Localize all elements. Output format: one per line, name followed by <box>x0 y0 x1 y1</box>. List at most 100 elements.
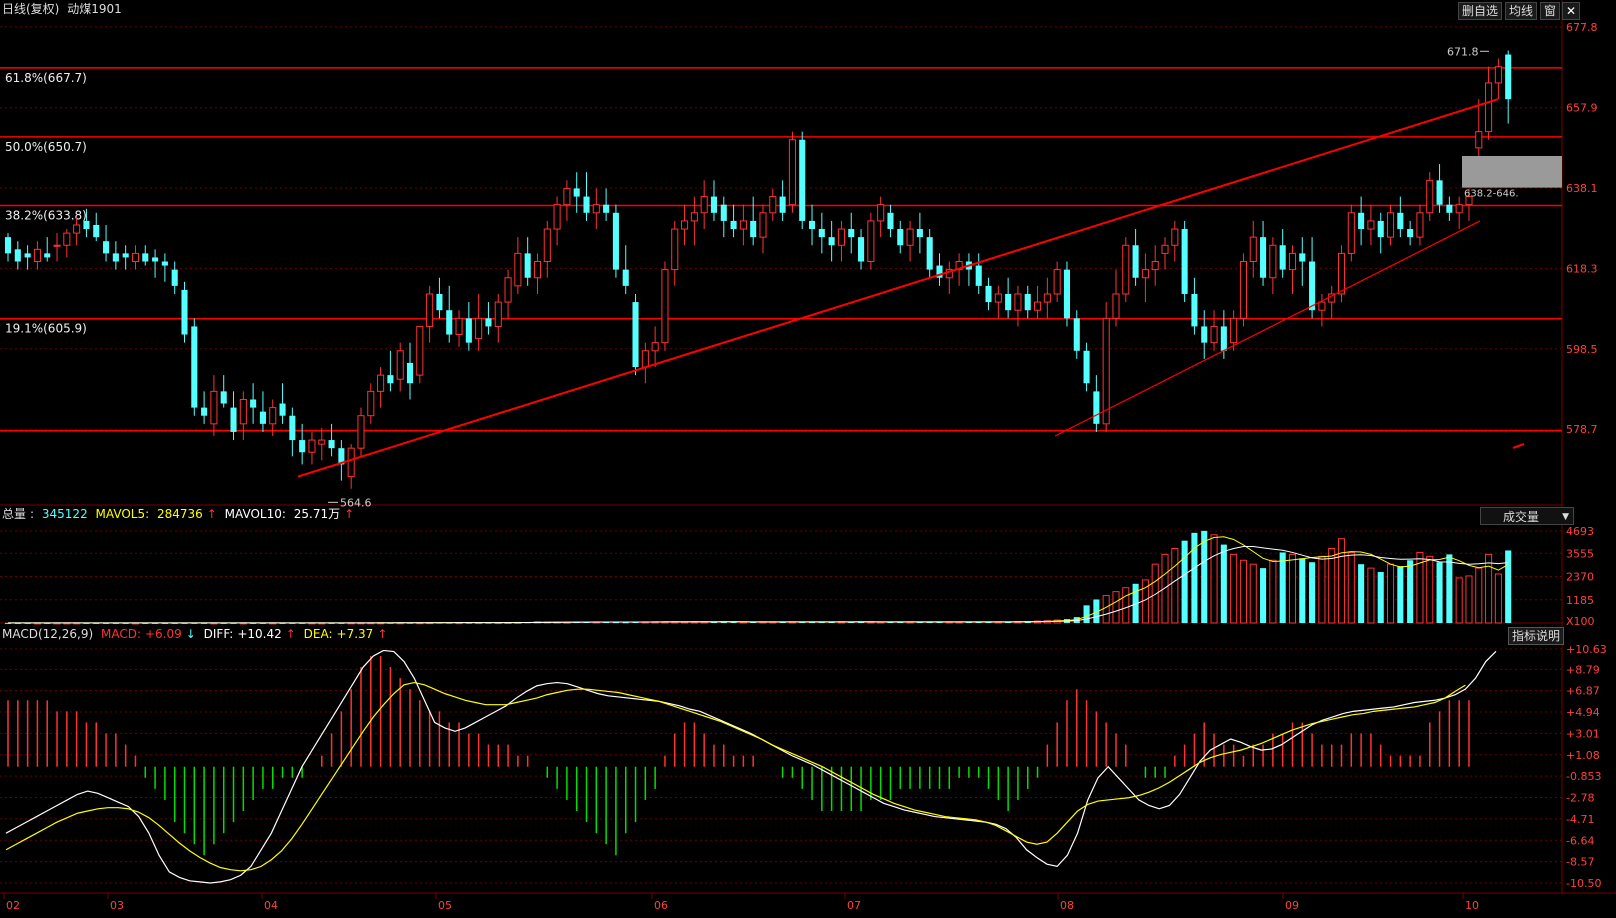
candle-body <box>739 220 747 230</box>
candle-body <box>504 277 512 303</box>
volume-bar <box>1465 575 1473 624</box>
delete-watchlist-button[interactable]: 删自选 <box>1458 2 1503 20</box>
time-axis-label: 09 <box>1285 899 1299 912</box>
candle-body <box>1024 293 1031 311</box>
candle-body <box>563 187 571 206</box>
candle-body <box>171 269 178 286</box>
volume-bar <box>1436 562 1443 623</box>
candle-body <box>1485 82 1493 133</box>
time-axis-label: 02 <box>6 899 20 912</box>
candle-body <box>779 196 786 213</box>
candle-body <box>985 285 992 303</box>
close-icon[interactable]: ✕ <box>1562 2 1581 20</box>
high-annotation: 671.8 <box>1447 45 1479 58</box>
mavol10-value: 25.71万 <box>293 507 341 521</box>
time-axis-label: 08 <box>1060 899 1074 912</box>
time-axis-label: 03 <box>110 899 124 912</box>
candle-body <box>1122 244 1130 295</box>
candle-body <box>583 196 590 213</box>
candle-body <box>769 196 777 214</box>
candle-body <box>848 229 855 238</box>
volume-bar <box>1171 548 1179 624</box>
candle-body <box>475 317 483 340</box>
candle-body <box>592 204 600 214</box>
indicator-explain-button[interactable]: 指标说明 <box>1508 627 1565 645</box>
candle-body <box>93 224 100 238</box>
time-axis-label: 05 <box>438 899 452 912</box>
candle-body <box>220 391 227 404</box>
candle-body <box>622 269 629 286</box>
symbol-label: 动煤1901 <box>67 2 122 16</box>
volume-bar <box>1230 553 1238 624</box>
candle-body <box>131 252 140 262</box>
volume-bar <box>1260 568 1267 623</box>
candle-body <box>877 204 885 222</box>
candle-body <box>1093 391 1100 424</box>
candle-body <box>1416 212 1424 238</box>
candle-body <box>632 302 639 368</box>
volume-bar <box>1485 553 1493 624</box>
macd-axis-label: +3.01 <box>1566 727 1600 740</box>
chart-header: 日线(复权) 动煤1901 <box>2 2 126 16</box>
candle-body <box>612 212 619 270</box>
macd-axis-label: +6.87 <box>1566 685 1600 698</box>
volume-total-value: 345122 <box>41 507 88 521</box>
candle-body <box>1249 236 1257 262</box>
moving-average-button[interactable]: 均线 <box>1505 2 1538 20</box>
candle-body <box>543 228 551 263</box>
candle-body <box>1494 66 1502 84</box>
candle-body <box>367 390 375 417</box>
candle-body <box>230 407 237 432</box>
price-axis-label: 638.1 <box>1566 182 1598 195</box>
macd-axis-label: +4.94 <box>1566 706 1600 719</box>
volume-bar <box>1102 595 1110 624</box>
candle-body <box>514 252 522 287</box>
candle-body <box>1269 244 1277 279</box>
volume-bar <box>1299 558 1306 623</box>
candle-body <box>887 212 894 230</box>
candle-body <box>259 411 266 424</box>
candle-body <box>1386 212 1395 238</box>
volume-total-label: 总量 <box>2 507 27 521</box>
volume-bar <box>1328 548 1336 624</box>
mavol5-label: MAVOL5: <box>95 507 150 521</box>
macd-axis-label: -0.853 <box>1566 770 1601 783</box>
candle-body <box>1299 253 1306 262</box>
window-button[interactable]: 窗 <box>1540 2 1561 20</box>
candle-body <box>1309 261 1316 311</box>
price-axis-label: 657.9 <box>1566 102 1598 115</box>
volume-bar <box>1386 563 1395 624</box>
candle-body <box>73 224 81 234</box>
candle-body <box>858 237 865 262</box>
indicator-dropdown[interactable]: 成交量 ▼ <box>1480 507 1574 525</box>
candle-body <box>730 220 737 230</box>
candle-body <box>161 261 168 266</box>
candle-body <box>426 293 434 327</box>
candle-body <box>1005 293 1012 311</box>
chart-svg: 677.8 657.9 638.1 618.3 598.5 578.7 61.8%(667.… <box>0 0 1616 912</box>
candle-body <box>1230 317 1238 344</box>
candle-body <box>573 188 580 197</box>
candle-body <box>250 399 257 408</box>
candle-body <box>553 204 561 230</box>
candle-body <box>661 269 669 344</box>
volume-bar <box>1455 577 1463 624</box>
macd-dea-line <box>5 681 1466 872</box>
price-axis-label: 578.7 <box>1566 423 1598 436</box>
candle-body <box>14 249 21 262</box>
candle-body <box>299 440 306 453</box>
candle-body <box>1063 269 1071 319</box>
candle-body <box>416 325 424 376</box>
volume-bar <box>1112 591 1120 624</box>
candle-body <box>24 253 31 258</box>
candle-body <box>1181 229 1188 294</box>
macd-axis-label: +8.79 <box>1566 663 1600 676</box>
macd-value: +6.09 <box>144 627 182 641</box>
candle-body <box>603 204 610 213</box>
candle-body <box>1347 212 1355 254</box>
candle-body <box>1141 269 1149 279</box>
volume-bar <box>1446 554 1453 623</box>
candle-body <box>191 326 198 408</box>
volume-axis-unit: X100 <box>1566 615 1595 628</box>
candle-body <box>1279 245 1286 270</box>
